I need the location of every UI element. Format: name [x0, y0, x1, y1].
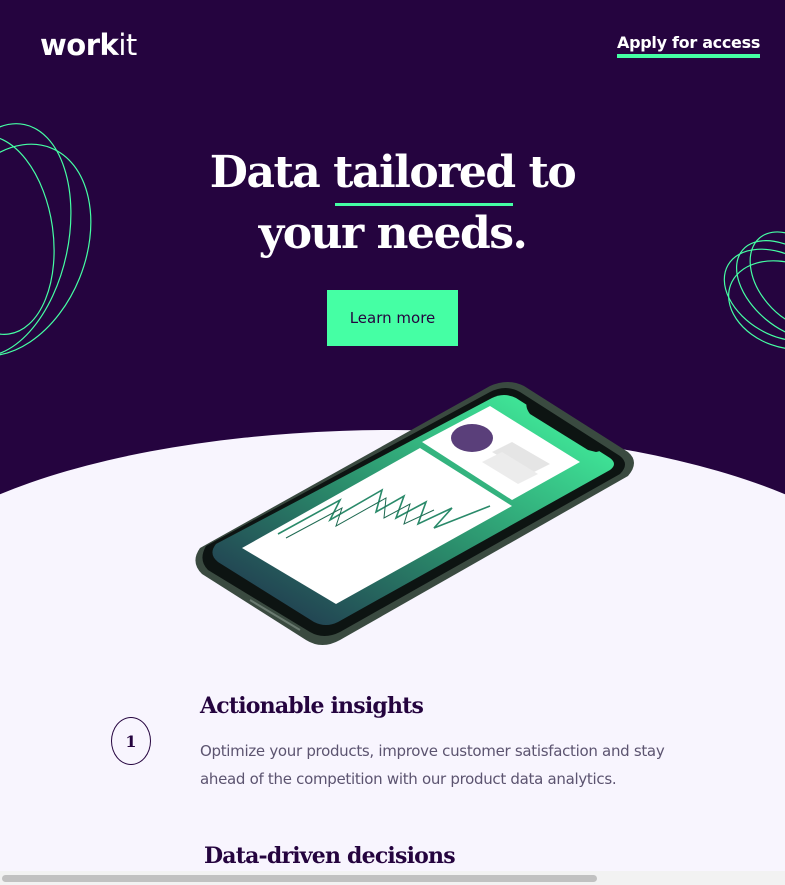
feature-description: Optimize your products, improve customer…: [200, 742, 665, 788]
learn-more-button[interactable]: Learn more: [327, 290, 458, 346]
headline-word-to: to: [528, 147, 577, 198]
logo-light-text: it: [118, 28, 137, 62]
feature-title-data-driven: Data-driven decisions: [204, 843, 456, 869]
feature-title-actionable-insights: Actionable insights: [200, 693, 424, 719]
apply-for-access-link[interactable]: Apply for access: [617, 33, 760, 58]
scrollbar-thumb[interactable]: [2, 875, 597, 882]
logo-strong-text: work: [40, 28, 119, 62]
workit-logo[interactable]: workit: [40, 26, 137, 64]
feature-number-badge: 1: [111, 717, 151, 765]
hero-headline: Data tailored to your needs.: [0, 142, 785, 264]
phone-illustration: [195, 382, 635, 645]
headline-line-2: your needs.: [258, 208, 528, 259]
headline-highlight: tailored: [333, 142, 516, 206]
headline-word-data: Data: [209, 147, 321, 198]
